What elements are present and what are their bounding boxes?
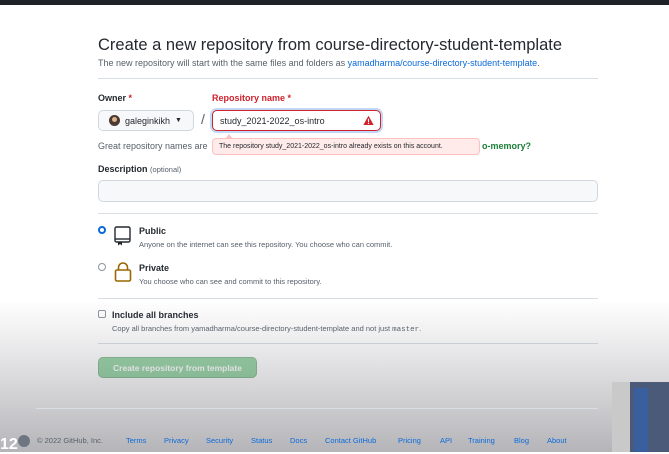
include-all-branches-checkbox[interactable] bbox=[98, 310, 106, 318]
repo-name-suggestion[interactable]: o-memory? bbox=[482, 141, 531, 151]
branches-description-suffix: . bbox=[419, 324, 422, 333]
footer-link-status[interactable]: Status bbox=[251, 436, 272, 445]
owner-label: Owner * bbox=[98, 93, 132, 103]
subtitle-prefix: The new repository will start with the s… bbox=[98, 58, 348, 68]
footer: © 2022 GitHub, Inc. Terms Privacy Securi… bbox=[0, 436, 669, 450]
footer-link-docs[interactable]: Docs bbox=[290, 436, 307, 445]
repo-name-label-text: Repository name bbox=[212, 93, 286, 103]
public-description: Anyone on the internet can see this repo… bbox=[139, 240, 393, 249]
footer-link-contact[interactable]: Contact GitHub bbox=[325, 436, 376, 445]
include-all-branches-label: Include all branches bbox=[112, 310, 199, 320]
alert-icon bbox=[363, 115, 374, 125]
public-radio[interactable] bbox=[98, 226, 106, 234]
page-subtitle: The new repository will start with the s… bbox=[98, 58, 540, 68]
footer-link-api[interactable]: API bbox=[440, 436, 452, 445]
template-repo-link[interactable]: yamadharma/course-directory-student-temp… bbox=[348, 58, 538, 68]
repo-exists-error-tooltip: The repository study_2021-2022_os-intro … bbox=[212, 134, 480, 155]
private-title: Private bbox=[139, 263, 170, 273]
owner-label-text: Owner bbox=[98, 93, 127, 103]
description-input[interactable] bbox=[98, 180, 598, 202]
footer-divider bbox=[36, 408, 598, 409]
footer-link-security[interactable]: Security bbox=[206, 436, 233, 445]
description-label-text: Description bbox=[98, 164, 148, 174]
private-description: You choose who can see and commit to thi… bbox=[139, 277, 322, 286]
repo-icon bbox=[114, 226, 131, 246]
footer-link-terms[interactable]: Terms bbox=[126, 436, 146, 445]
lock-icon bbox=[114, 262, 132, 282]
repo-name-label: Repository name * bbox=[212, 93, 291, 103]
private-radio[interactable] bbox=[98, 263, 106, 271]
owner-value: galeginkikh bbox=[125, 115, 171, 126]
branches-description-text: Copy all branches from yamadharma/course… bbox=[112, 324, 393, 333]
owner-required-mark: * bbox=[128, 93, 133, 103]
background-books-decoration bbox=[612, 382, 669, 452]
avatar bbox=[109, 115, 120, 126]
repo-name-hint: Great repository names are bbox=[98, 141, 208, 151]
public-title: Public bbox=[139, 226, 167, 236]
footer-link-about[interactable]: About bbox=[547, 436, 567, 445]
repository-name-input[interactable]: study_2021-2022_os-intro bbox=[212, 110, 381, 131]
include-all-branches-description: Copy all branches from yamadharma/course… bbox=[112, 324, 421, 334]
divider bbox=[98, 78, 598, 79]
repo-required-mark: * bbox=[287, 93, 292, 103]
description-label: Description (optional) bbox=[98, 164, 181, 174]
default-branch-code: master bbox=[392, 326, 420, 334]
book-spine bbox=[612, 382, 630, 452]
subtitle-suffix: . bbox=[537, 58, 540, 68]
divider bbox=[98, 213, 598, 214]
description-optional-text: (optional) bbox=[150, 165, 182, 174]
footer-link-privacy[interactable]: Privacy bbox=[164, 436, 189, 445]
footer-link-pricing[interactable]: Pricing bbox=[398, 436, 421, 445]
footer-link-training[interactable]: Training bbox=[468, 436, 495, 445]
chevron-down-icon: ▼ bbox=[175, 117, 182, 124]
repository-name-value: study_2021-2022_os-intro bbox=[220, 115, 325, 126]
create-repository-button[interactable]: Create repository from template bbox=[98, 357, 257, 378]
footer-copyright: © 2022 GitHub, Inc. bbox=[37, 436, 103, 445]
page-title: Create a new repository from course-dire… bbox=[98, 36, 563, 54]
footer-link-blog[interactable]: Blog bbox=[514, 436, 529, 445]
browser-top-edge bbox=[0, 0, 669, 5]
book-spine bbox=[634, 388, 648, 452]
owner-repo-separator: / bbox=[201, 111, 205, 127]
divider bbox=[98, 298, 598, 299]
divider bbox=[98, 343, 598, 344]
owner-select-button[interactable]: galeginkikh ▼ bbox=[98, 110, 194, 131]
